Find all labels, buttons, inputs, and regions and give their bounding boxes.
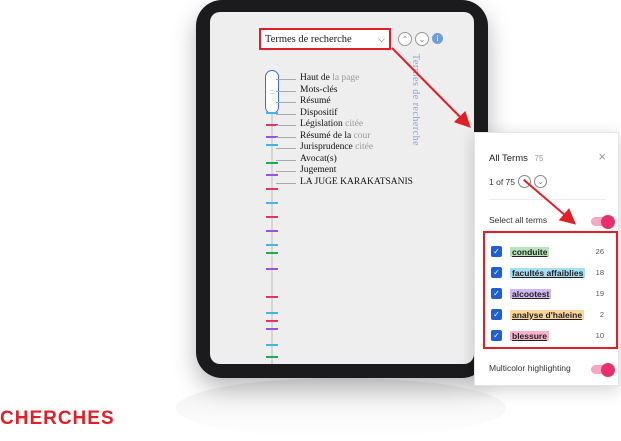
term-row[interactable]: ✓ blessure 10 [491,325,610,346]
highlight-mark[interactable] [266,202,278,204]
search-terms-panel: All Terms 75 × 1 of 75 ⌃ ⌄ Select all te… [474,132,619,386]
drag-handle-icon: :: [270,88,274,96]
term-count: 26 [595,247,604,256]
highlight-mark[interactable] [266,216,278,218]
chevron-down-icon: ⌄ [418,34,426,44]
term-label: facultés affaiblies [510,267,586,278]
pager-text: 1 of 75 [489,176,515,187]
outline-item[interactable]: Résumé de la cour [276,130,413,143]
outline-item[interactable]: Haut de la page [276,73,413,85]
highlight-mark[interactable] [266,344,278,346]
highlight-scroll-track[interactable] [271,112,273,364]
highlight-mark[interactable] [266,296,278,298]
term-row[interactable]: ✓ facultés affaiblies 18 [491,262,610,283]
term-pager: 1 of 75 ⌃ ⌄ [489,175,547,188]
next-term-button[interactable]: ⌄ [415,32,429,46]
highlight-mark[interactable] [266,356,278,358]
panel-title: All Terms 75 [489,153,543,164]
term-checkbox[interactable]: ✓ [491,246,502,257]
tablet-shadow [176,378,506,438]
outline-item-label: Avocat(s) [300,153,337,164]
tablet-screen: Termes de recherche ⌵ ⌃ ⌄ i Termes de re… [210,12,474,364]
term-row[interactable]: ✓ alcootest 19 [491,283,610,304]
outline-item[interactable]: Dispositif [276,107,413,120]
pager-prev-button[interactable]: ⌃ [518,175,531,188]
term-count: 2 [599,310,604,319]
outline-item[interactable]: Résumé [276,96,413,108]
highlight-mark[interactable] [266,244,278,246]
highlight-mark[interactable] [266,188,278,190]
term-checkbox[interactable]: ✓ [491,267,502,278]
term-count: 10 [595,331,604,340]
term-label: blessure [510,330,549,341]
close-icon[interactable]: × [598,149,606,164]
highlight-mark[interactable] [266,252,278,254]
term-label: alcootest [510,288,552,299]
outline-item-label: Jurisprudence [300,142,353,152]
term-row[interactable]: ✓ conduite 26 [491,241,610,262]
highlight-mark[interactable] [266,268,278,270]
outline-item-label: Mots-clés [300,84,338,95]
highlight-mark[interactable] [266,144,278,146]
select-all-label: Select all terms [489,215,548,225]
term-count: 18 [595,268,604,277]
multicolor-label: Multicolor highlighting [489,363,571,373]
outline-item[interactable]: Jugement [276,165,413,177]
highlight-mark[interactable] [266,328,278,330]
term-checkbox[interactable]: ✓ [491,330,502,341]
section-heading: CHERCHES [0,408,115,429]
outline-item-suffix: cour [351,130,371,141]
outline-item[interactable]: Mots-clés [276,84,413,97]
outline-scroll-handle[interactable]: :: [265,70,279,114]
highlight-mark[interactable] [266,230,278,232]
search-terms-dropdown[interactable]: Termes de recherche ⌵ [259,28,391,50]
highlight-mark[interactable] [266,174,278,176]
tablet-device: Termes de recherche ⌵ ⌃ ⌄ i Termes de re… [196,0,488,378]
outline-item[interactable]: Législation citée [276,119,413,131]
term-label: analyse d'haleine [510,309,585,320]
term-count: 19 [595,289,604,298]
term-list: ✓ conduite 26 ✓ facultés affaiblies 18 ✓ alcoot… [483,231,618,349]
term-checkbox[interactable]: ✓ [491,288,502,299]
term-row[interactable]: ✓ analyse d'haleine 2 [491,304,610,325]
outline-item[interactable]: Jurisprudence citée [276,142,413,154]
chevron-down-icon: ⌵ [378,33,385,44]
info-button[interactable]: i [432,33,443,44]
multicolor-toggle[interactable] [591,362,615,377]
outline-item-label: Résumé [300,96,331,106]
outline-item-label: LA JUGE KARAKATSANIS [300,176,413,187]
outline-item-label: Haut de [300,73,330,83]
document-outline: Haut de la page Mots-clés Résumé Dispositif… [276,73,413,189]
outline-item-label: Législation [300,119,343,129]
previous-term-button[interactable]: ⌃ [398,32,412,46]
stage: Termes de recherche ⌵ ⌃ ⌄ i Termes de re… [0,0,621,441]
outline-item-suffix: la page [329,73,360,83]
pager-next-button[interactable]: ⌄ [534,175,547,188]
highlight-mark[interactable] [266,312,278,314]
outline-item[interactable]: LA JUGE KARAKATSANIS [276,176,413,189]
outline-item[interactable]: Avocat(s) [276,153,413,166]
info-icon: i [436,34,439,43]
outline-item-suffix: citée [352,142,374,152]
select-all-toggle[interactable] [591,214,615,229]
chevron-up-icon: ⌃ [401,34,409,44]
outline-item-suffix: citée [342,119,364,129]
highlight-mark[interactable] [266,162,278,164]
panel-title-count: 75 [534,154,544,163]
outline-item-label: Jugement [300,165,337,175]
divider [489,199,606,200]
term-label: conduite [510,246,550,257]
outline-item-label: Résumé de la [300,130,352,141]
highlight-mark[interactable] [266,320,278,322]
search-terms-dropdown-label: Termes de recherche [265,33,352,45]
term-checkbox[interactable]: ✓ [491,309,502,320]
panel-title-text: All Terms [489,153,528,164]
outline-item-label: Dispositif [300,107,338,118]
